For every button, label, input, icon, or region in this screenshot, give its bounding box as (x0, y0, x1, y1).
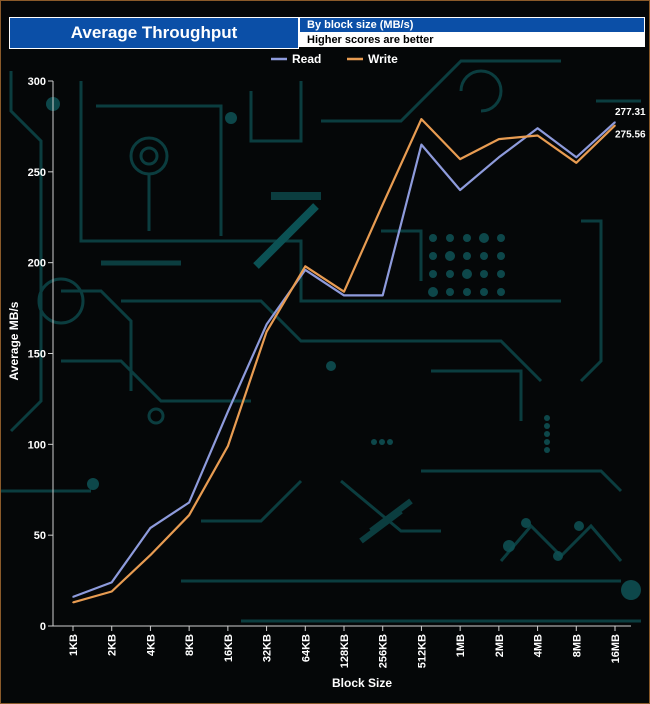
line-chart: Read Write 0 50 100 150 200 250 300 1KB 2KB 4KB 8KB… (1, 52, 646, 690)
data-point-read (381, 294, 384, 297)
data-labels: 277.31 275.56 (615, 107, 646, 140)
x-tick-label: 4MB (533, 634, 545, 657)
data-point-write (227, 445, 229, 447)
data-point-read (420, 143, 423, 146)
legend: Read Write (271, 52, 398, 66)
data-point-read (72, 596, 74, 598)
x-tick-label: 4KB (145, 634, 157, 656)
data-point-read (265, 323, 268, 326)
chart-frame: Average Throughput By block size (MB/s) … (0, 0, 650, 704)
x-axis-title: Block Size (332, 676, 392, 690)
data-point-read (149, 527, 152, 529)
legend-label-write: Write (368, 52, 398, 66)
data-point-write (110, 590, 113, 593)
x-tick-label: 64KB (300, 634, 312, 662)
circuit-dots (46, 97, 641, 600)
data-label-read: 277.31 (615, 107, 646, 118)
x-tick-label: 1MB (455, 634, 467, 657)
y-tick-label: 100 (28, 439, 46, 451)
data-point-read (227, 410, 229, 413)
data-point-write (265, 330, 268, 333)
y-tick-label: 50 (34, 530, 46, 542)
x-tick-label: 2MB (494, 634, 506, 657)
x-tick-label: 8MB (571, 634, 583, 657)
data-point-read (498, 156, 500, 159)
data-point-write (575, 161, 578, 164)
y-tick-label: 200 (28, 258, 46, 270)
x-tick-label: 8KB (184, 634, 196, 656)
y-tick-label: 300 (28, 76, 46, 88)
x-tick-label: 128KB (339, 634, 351, 668)
x-tick-label: 2KB (107, 634, 119, 656)
data-point-write (188, 514, 190, 516)
data-point-read (188, 501, 190, 504)
axes: 0 50 100 150 200 250 300 1KB 2KB 4KB 8KB 16KB 32KB 64… (7, 76, 631, 690)
data-point-write (149, 554, 152, 556)
x-tick-label: 16KB (223, 634, 235, 662)
y-tick-label: 150 (28, 349, 46, 361)
series-line-read (72, 121, 616, 598)
circuit-background (1, 59, 641, 623)
x-tick-label: 512KB (416, 634, 428, 668)
data-label-write: 275.56 (615, 129, 646, 140)
data-point-read (459, 189, 461, 191)
data-point-write (381, 203, 384, 206)
data-point-read (343, 294, 345, 297)
data-point-write (536, 134, 539, 137)
x-tick-label: 16MB (610, 634, 622, 663)
data-point-read (575, 156, 578, 159)
data-point-write (498, 138, 500, 140)
data-point-read (614, 121, 616, 124)
y-axis-title: Average MB/s (7, 301, 21, 380)
x-tick-label: 1KB (68, 634, 80, 656)
data-point-write (420, 118, 423, 120)
x-tick-label: 256KB (378, 634, 390, 668)
data-point-read (536, 127, 539, 130)
legend-label-read: Read (292, 52, 321, 66)
data-point-write (72, 601, 74, 604)
y-tick-label: 0 (40, 621, 46, 633)
data-point-write (304, 265, 307, 268)
data-point-write (459, 158, 461, 160)
data-point-read (110, 581, 113, 584)
x-tick-label: 32KB (262, 634, 274, 662)
y-tick-label: 250 (28, 167, 46, 179)
data-point-write (614, 124, 616, 127)
data-point-write (343, 290, 345, 293)
